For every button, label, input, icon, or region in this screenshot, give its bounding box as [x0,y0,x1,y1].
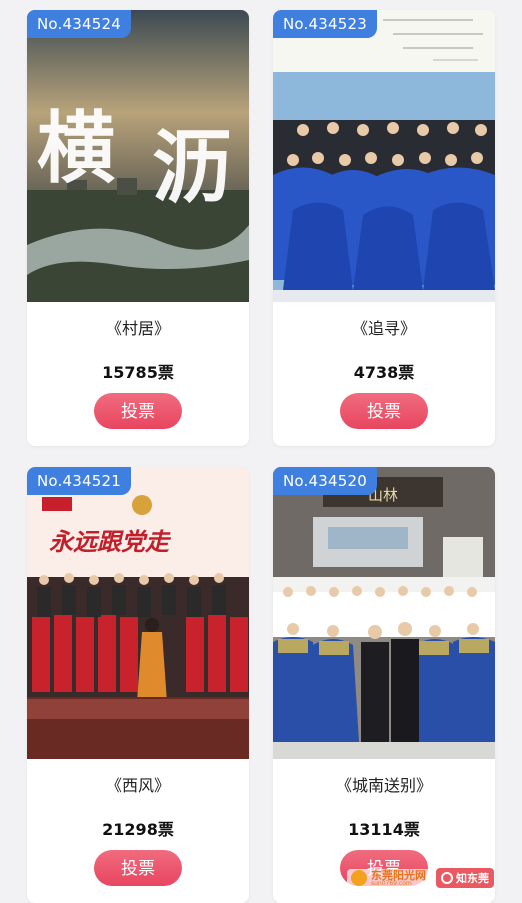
entry-vote-count: 4738票 [353,363,415,382]
entry-number-badge: No.434524 [27,10,131,38]
vote-button[interactable]: 投票 [94,850,182,886]
vote-button[interactable]: 投票 [340,393,428,429]
entry-title: 《西风》 [105,776,170,795]
svg-text:沥: 沥 [152,120,232,214]
entry-photo-image: 永远跟党走 [27,467,249,759]
entry-title: 《追寻》 [351,319,416,338]
entry-photo[interactable]: 永远跟党走 [27,467,249,759]
zhidongguan-logo: 知东莞 [436,868,494,888]
entry-title: 《城南送别》 [335,776,432,795]
zhidongguan-label: 知东莞 [456,872,489,885]
entry-photo-image: 山林 [273,467,495,759]
entry-title: 《村居》 [105,319,170,338]
entry-photo-image: 横 沥 [27,10,249,302]
entry-card[interactable]: 横 沥 No.434524 《村居》 15785票 投票 [27,10,249,446]
entry-photo[interactable]: 横 沥 [27,10,249,302]
zhidongguan-icon [441,872,453,884]
sun-logo-url: sun0769.com [371,879,412,887]
entry-card[interactable]: No.434523 《追寻》 4738票 投票 [273,10,495,446]
sun-logo-title: 东莞阳光网 [371,868,426,882]
sun-icon [351,870,367,886]
entry-vote-count: 13114票 [348,820,420,839]
entry-number-badge: No.434520 [273,467,377,495]
svg-text:永远跟党走: 永远跟党走 [49,527,172,556]
entry-photo[interactable]: 山林 [273,467,495,759]
entry-card[interactable]: 山林 No.434520 《城南送别》 13114票 [273,467,495,903]
entry-number-badge: No.434521 [27,467,131,495]
entry-photo-image [273,10,495,302]
entry-vote-count: 15785票 [102,363,174,382]
watermark: 东莞阳光网 sun0769.com 知东莞 [347,866,517,890]
entry-number-badge: No.434523 [273,10,377,38]
entry-vote-count: 21298票 [102,820,174,839]
entry-photo[interactable] [273,10,495,302]
svg-text:横: 横 [37,103,115,194]
entry-card[interactable]: 永远跟党走 No.434521 《西风》 21298票 投票 [27,467,249,903]
vote-button[interactable]: 投票 [94,393,182,429]
entry-grid: 横 沥 No.434524 《村居》 15785票 投票 No.434523 《… [0,0,522,903]
sun0769-logo: 东莞阳光网 sun0769.com [347,868,430,888]
